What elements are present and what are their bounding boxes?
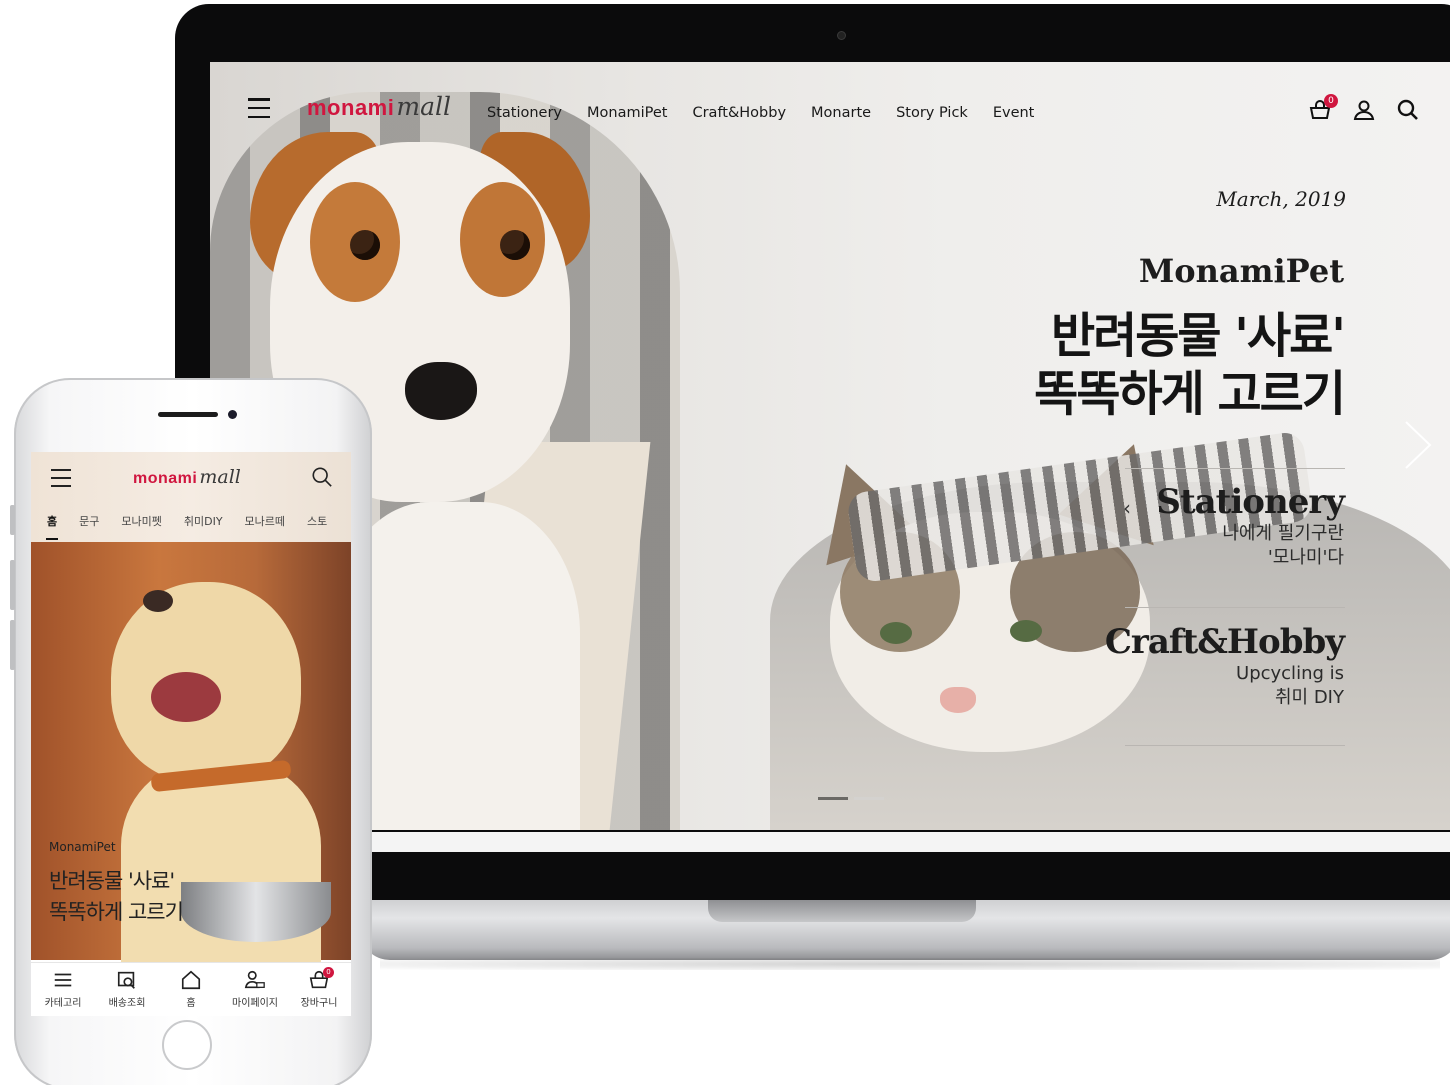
- sub-item-line2: '모나미'다: [1267, 547, 1344, 568]
- main-menu: Stationery MonamiPet Craft&Hobby Monarte…: [487, 105, 1059, 121]
- bottom-nav-cart[interactable]: 0 장바구니: [287, 963, 351, 1016]
- site-logo[interactable]: monami mall: [307, 92, 451, 132]
- phone-hero-title-line1: 반려동물 '사료': [49, 869, 175, 893]
- tab-monarte[interactable]: 모나르떼: [245, 513, 285, 529]
- phone-button: [10, 505, 15, 535]
- bottom-nav-label: 마이페이지: [232, 998, 278, 1009]
- phone-screen: monami mall 홈 문구 모나미펫 취미DIY 모나르떼 스토 Mona…: [31, 452, 351, 1016]
- sub-item-line1: 나에게 필기구란: [1222, 523, 1344, 544]
- chevron-right-icon[interactable]: [1402, 420, 1432, 470]
- menu-item-story-pick[interactable]: Story Pick: [896, 105, 968, 121]
- sub-item-line1: Upcycling is: [1236, 663, 1344, 684]
- cart-badge: 0: [323, 967, 334, 978]
- menu-item-monarte[interactable]: Monarte: [811, 105, 871, 121]
- sub-item-craft-hobby[interactable]: Craft&Hobby Upcycling is 취미 DIY: [1104, 622, 1345, 710]
- bottom-nav-label: 장바구니: [300, 998, 338, 1009]
- phone-speaker: [158, 412, 218, 417]
- hero-title-line2: 똑똑하게 고르기: [1034, 366, 1346, 422]
- slide-pager: [818, 797, 884, 800]
- site-logo[interactable]: monami mall: [133, 466, 241, 488]
- divider: [1125, 745, 1345, 746]
- menu-icon: [54, 973, 72, 987]
- laptop-screen-bottom: [370, 832, 1450, 852]
- hero-date: March, 2019: [1216, 187, 1346, 211]
- device-mockup: monami mall Stationery MonamiPet Craft&H…: [0, 0, 1450, 1085]
- logo-brand: monami: [133, 470, 198, 487]
- bottom-nav-home[interactable]: 홈: [159, 963, 223, 1016]
- phone-button: [10, 620, 15, 670]
- cat-eye-left: [880, 622, 912, 644]
- chevron-left-icon[interactable]: ‹: [1123, 496, 1131, 520]
- dog-mouth: [151, 672, 221, 722]
- my-page-icon: [244, 970, 265, 989]
- hero-title: 반려동물 '사료' 똑똑하게 고르기: [1034, 307, 1346, 423]
- tab-monamipet[interactable]: 모나미펫: [121, 513, 161, 529]
- sub-item-line2: 취미 DIY: [1274, 687, 1344, 708]
- pager-dot[interactable]: [818, 797, 848, 800]
- laptop-screen: monami mall Stationery MonamiPet Craft&H…: [210, 62, 1450, 830]
- phone-bottom-nav: 카테고리 배송조회 홈 마이페이지 0 장바구니: [31, 962, 351, 1016]
- phone-button: [10, 560, 15, 610]
- phone-tabs: 홈 문구 모나미펫 취미DIY 모나르떼 스토: [47, 513, 349, 529]
- menu-item-event[interactable]: Event: [993, 105, 1035, 121]
- phone-home-button[interactable]: [162, 1020, 212, 1070]
- tab-story[interactable]: 스토: [307, 513, 327, 529]
- menu-icon[interactable]: [248, 98, 270, 118]
- laptop-notch: [708, 900, 976, 922]
- phone-header: monami mall 홈 문구 모나미펫 취미DIY 모나르떼 스토: [31, 452, 351, 542]
- laptop-shadow: [380, 958, 1440, 970]
- menu-icon[interactable]: [51, 469, 71, 487]
- delivery-icon: [117, 971, 135, 989]
- hero-brand: MonamiPet: [1138, 252, 1344, 290]
- dog-eye-left: [350, 230, 380, 260]
- dog-nose: [143, 590, 173, 612]
- dog-eye-right: [500, 230, 530, 260]
- tab-active-indicator: [46, 538, 58, 540]
- bottom-nav-label: 홈: [186, 998, 196, 1009]
- pager-dot[interactable]: [854, 797, 884, 800]
- food-bowl: [181, 882, 331, 942]
- menu-item-monamipet[interactable]: MonamiPet: [587, 105, 667, 121]
- nav-icons: 0: [1308, 94, 1420, 122]
- cart-icon[interactable]: 0: [1308, 94, 1338, 122]
- hero-title-line1: 반려동물 '사료': [1050, 308, 1346, 364]
- sub-item-heading: Stationery: [1156, 482, 1345, 522]
- bottom-nav-category[interactable]: 카테고리: [31, 963, 95, 1016]
- bottom-nav-label: 배송조회: [108, 998, 146, 1009]
- phone-hero-title-line2: 똑똑하게 고르기: [49, 900, 184, 924]
- home-icon: [181, 970, 201, 990]
- bottom-nav-delivery[interactable]: 배송조회: [95, 963, 159, 1016]
- bottom-nav-my-page[interactable]: 마이페이지: [223, 963, 287, 1016]
- menu-item-craft-hobby[interactable]: Craft&Hobby: [692, 105, 786, 121]
- hero-photo: [210, 62, 1450, 830]
- menu-item-stationery[interactable]: Stationery: [487, 105, 562, 121]
- phone-hero-title: 반려동물 '사료' 똑똑하게 고르기: [49, 866, 184, 928]
- cart-badge: 0: [1324, 94, 1338, 108]
- phone-hero-brand: MonamiPet: [49, 840, 116, 854]
- tab-home[interactable]: 홈: [47, 513, 57, 529]
- bottom-nav-label: 카테고리: [44, 998, 82, 1009]
- search-icon[interactable]: [311, 466, 333, 488]
- cat-eye-right: [1010, 620, 1042, 642]
- search-icon[interactable]: [1396, 98, 1420, 122]
- sub-item-stationery[interactable]: Stationery 나에게 필기구란 '모나미'다: [1156, 482, 1345, 570]
- divider: [1125, 607, 1345, 608]
- laptop-camera: [837, 31, 846, 40]
- logo-suffix: mall: [396, 92, 451, 121]
- logo-brand: monami: [307, 95, 395, 120]
- divider: [1125, 468, 1345, 469]
- dog-nose: [405, 362, 477, 420]
- top-nav: monami mall Stationery MonamiPet Craft&H…: [210, 62, 1450, 162]
- sub-item-heading: Craft&Hobby: [1104, 622, 1345, 662]
- tab-stationery[interactable]: 문구: [79, 513, 99, 529]
- phone-camera: [228, 410, 237, 419]
- user-icon[interactable]: [1352, 98, 1376, 122]
- cat-nose: [940, 687, 976, 713]
- logo-suffix: mall: [199, 466, 241, 488]
- tab-hobby-diy[interactable]: 취미DIY: [184, 513, 223, 529]
